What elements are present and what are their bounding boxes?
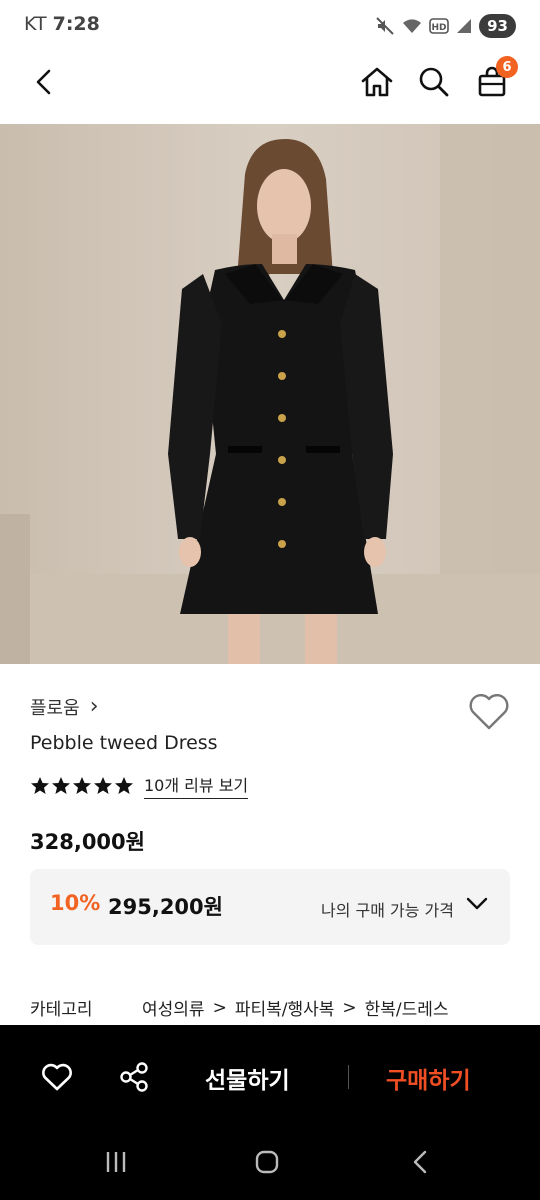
- nav-back-button[interactable]: [398, 1140, 442, 1184]
- hd-icon: HD: [429, 18, 449, 34]
- review-link[interactable]: 10개 리뷰 보기: [144, 772, 249, 799]
- rating-row: 10개 리뷰 보기: [30, 772, 249, 799]
- gift-button[interactable]: 선물하기: [205, 1061, 290, 1095]
- back-arrow-icon: [32, 68, 56, 96]
- chevron-down-icon: [466, 897, 488, 911]
- status-bar: KT 7:28 HD 93: [0, 0, 540, 52]
- category-title: 카테고리: [30, 1000, 93, 1020]
- home-nav-icon: [254, 1149, 280, 1175]
- search-button[interactable]: [412, 60, 456, 104]
- recent-apps-button[interactable]: [94, 1140, 138, 1184]
- status-carrier: KT 7:28: [24, 13, 100, 35]
- category-crumb-party[interactable]: 파티복/행사복: [235, 995, 335, 1020]
- battery-level: 93: [479, 14, 516, 38]
- signal-icon: [455, 17, 473, 35]
- status-icons: HD 93: [375, 12, 516, 40]
- my-price-label: 나의 구매 가능 가격: [320, 901, 454, 920]
- brand-link[interactable]: 플로움 ›: [30, 694, 99, 720]
- crumb-separator: >: [342, 997, 357, 1018]
- brand-name: 플로움: [30, 698, 80, 719]
- star-icon: [52, 776, 70, 794]
- carrier-label: KT: [24, 13, 47, 35]
- heart-icon: [466, 690, 512, 732]
- original-price: 328,000원: [30, 830, 145, 854]
- back-button[interactable]: [22, 60, 66, 104]
- cart-count-badge: 6: [496, 56, 518, 78]
- category-crumb-hanbok[interactable]: 한복/드레스: [365, 995, 449, 1020]
- star-icon: [31, 776, 49, 794]
- cart-button[interactable]: 6: [470, 56, 518, 104]
- home-button[interactable]: [355, 60, 399, 104]
- home-icon: [360, 66, 394, 98]
- bottom-wishlist-button[interactable]: [35, 1055, 79, 1099]
- rating-stars: [30, 776, 134, 796]
- app-bar: 6: [0, 52, 540, 124]
- bottom-action-bar: 선물하기 구매하기: [0, 1025, 540, 1130]
- discount-rate: 10%: [50, 891, 101, 915]
- buy-button[interactable]: 구매하기: [386, 1061, 471, 1095]
- mute-icon: [375, 16, 395, 36]
- back-nav-icon: [410, 1149, 430, 1175]
- discount-price: 295,200원: [108, 895, 223, 919]
- crumb-separator: >: [212, 997, 227, 1018]
- product-name: Pebble tweed Dress: [30, 732, 218, 754]
- svg-text:HD: HD: [432, 23, 447, 33]
- category-row: 카테고리 여성의류 > 파티복/행사복 > 한복/드레스: [30, 995, 449, 1021]
- wishlist-button[interactable]: [466, 690, 512, 732]
- wifi-icon: [401, 16, 423, 36]
- heart-icon: [40, 1062, 74, 1092]
- action-divider: [348, 1065, 349, 1089]
- star-icon: [73, 776, 91, 794]
- star-icon: [94, 776, 112, 794]
- system-nav-bar: [0, 1130, 540, 1200]
- star-icon: [115, 776, 133, 794]
- my-price-toggle[interactable]: 10% 295,200원 나의 구매 가능 가격: [30, 869, 510, 945]
- recent-apps-icon: [103, 1150, 129, 1174]
- status-time: 7:28: [52, 13, 100, 35]
- chevron-right-icon: ›: [89, 694, 99, 719]
- share-icon: [118, 1061, 150, 1093]
- search-icon: [418, 66, 450, 98]
- share-button[interactable]: [112, 1055, 156, 1099]
- category-crumb-women[interactable]: 여성의류: [142, 995, 205, 1020]
- product-image[interactable]: [0, 124, 540, 664]
- home-nav-button[interactable]: [245, 1140, 289, 1184]
